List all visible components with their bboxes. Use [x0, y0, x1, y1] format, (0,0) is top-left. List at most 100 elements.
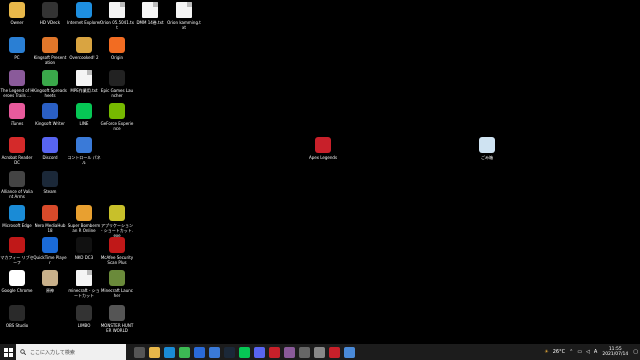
desktop-icon[interactable]: The Legend of Heroes Trails ...	[0, 70, 34, 98]
game-taskbar-icon[interactable]	[284, 346, 295, 358]
geforce-icon	[109, 103, 125, 119]
date: 2021/07/14	[602, 352, 629, 357]
app-taskbar-icon[interactable]	[269, 346, 280, 358]
desktop-icon[interactable]: GeForce Experience	[100, 103, 134, 131]
monster-hunter-icon	[109, 305, 125, 321]
desktop-icon[interactable]: QuickTime Player	[33, 237, 67, 265]
desktop-icon-label: NKO DC3	[74, 255, 94, 260]
desktop-icon[interactable]: Internet Explorer	[67, 2, 101, 25]
desktop-icon[interactable]: Overcooked! 2	[67, 37, 101, 60]
start-button[interactable]	[0, 344, 16, 360]
desktop-icon[interactable]: Google Chrome	[0, 270, 34, 293]
desktop-icon[interactable]: マカフィー リブセーフ	[0, 237, 34, 265]
desktop: Owner HD VDeck Internet Explorer Orion 05.5…	[0, 0, 640, 344]
desktop-icon[interactable]: Kingsoft Writer	[33, 103, 67, 126]
app-shortcut-icon	[109, 205, 125, 221]
line-taskbar-icon[interactable]	[239, 346, 250, 358]
desktop-icon-label: Kingsoft Spreadsheets	[33, 88, 67, 98]
desktop-icon[interactable]: HD VDeck	[33, 2, 67, 25]
desktop-icon[interactable]: OBS Studio	[0, 305, 34, 328]
desktop-icon[interactable]: Orion 05.5041.txt	[100, 2, 134, 30]
store-icon[interactable]	[209, 346, 220, 358]
desktop-icon[interactable]: Microsoft Edge	[0, 205, 34, 228]
gear-taskbar-icon[interactable]	[314, 346, 325, 358]
desktop-icon[interactable]: Owner	[0, 2, 34, 25]
desktop-icon-label: PC	[14, 55, 20, 60]
desktop-icon[interactable]: Acrobat Reader DC	[0, 137, 34, 165]
obs-taskbar-icon[interactable]	[299, 346, 310, 358]
kingsoft-spreadsheets-icon	[42, 70, 58, 86]
desktop-icon[interactable]: McAfee Security Scan Plus	[100, 237, 134, 265]
desktop-icon[interactable]: DMM 14巻.txt	[133, 2, 167, 25]
mail-icon[interactable]	[194, 346, 205, 358]
epic-games-icon	[109, 70, 125, 86]
desktop-icon-label: Kingsoft Writer	[35, 121, 65, 126]
itunes-icon	[9, 103, 25, 119]
desktop-icon-label: Overcooked! 2	[69, 55, 99, 60]
desktop-icon[interactable]: MONSTER HUNTER WORLD	[100, 305, 134, 333]
desktop-icon-label: HD VDeck	[39, 20, 61, 25]
volume-icon[interactable]: ◁	[586, 349, 590, 355]
desktop-icon[interactable]: minecraft - ショートカット	[67, 270, 101, 298]
desktop-icon[interactable]: Discord	[33, 137, 67, 160]
desktop-icon-label: iTunes	[10, 121, 24, 126]
desktop-icon-label: アプリケーション - ショートカット.exe	[101, 223, 133, 238]
desktop-icon[interactable]: Origin	[100, 37, 134, 60]
desktop-icon-label: Internet Explorer	[67, 20, 101, 25]
desktop-icon[interactable]: Kingsoft Spreadsheets	[33, 70, 67, 98]
weather-icon[interactable]: ☀	[544, 349, 548, 355]
desktop-icon-label: コントロール パネル	[67, 155, 101, 165]
discord-taskbar-icon[interactable]	[254, 346, 265, 358]
desktop-icon[interactable]: Nero MediaHub 18	[33, 205, 67, 233]
text-file-icon	[76, 270, 92, 286]
kingsoft-presentation-icon	[42, 37, 58, 53]
desktop-icon-label: Orion kamming.txt	[167, 20, 201, 30]
desktop-icon[interactable]: Apex Legends	[306, 137, 340, 160]
edge-taskbar-icon[interactable]	[164, 346, 175, 358]
temperature[interactable]: 26°C	[553, 349, 565, 355]
task-view-icon[interactable]	[134, 346, 145, 358]
desktop-icon[interactable]: 原神	[33, 270, 67, 293]
bomberman-icon	[76, 205, 92, 221]
desktop-icon[interactable]: NKO DC3	[67, 237, 101, 260]
desktop-icon-label: Epic Games Launcher	[100, 88, 134, 98]
desktop-icon-label: Origin	[110, 55, 124, 60]
apex-taskbar-icon[interactable]	[329, 346, 340, 358]
desktop-icon-label: MONSTER HUNTER WORLD	[100, 323, 134, 333]
desktop-icon[interactable]: コントロール パネル	[67, 137, 101, 165]
text-file-icon	[109, 2, 125, 18]
clock[interactable]: 11:55 2021/07/14	[602, 347, 628, 357]
desktop-icon[interactable]: Alliance of Valiant Arms	[0, 171, 34, 199]
notification-icon[interactable]: ▢	[633, 349, 638, 355]
desktop-icon[interactable]: LINE	[67, 103, 101, 126]
steam-taskbar-icon[interactable]	[224, 346, 235, 358]
chrome-taskbar-icon[interactable]	[179, 346, 190, 358]
desktop-icon[interactable]: Epic Games Launcher	[100, 70, 134, 98]
pinned-apps	[132, 346, 357, 358]
desktop-icon-label: OBS Studio	[5, 323, 29, 328]
text-file-icon	[142, 2, 158, 18]
taskbar: ここに入力して検索 ☀ 26°C ⌃ ▭ ◁ A 11:55 2021/07/1…	[0, 344, 640, 360]
desktop-icon[interactable]: Orion kamming.txt	[167, 2, 201, 30]
desktop-icon[interactable]: LIMBO	[67, 305, 101, 328]
desktop-icon-label: ごみ箱	[481, 155, 493, 160]
desktop-icon[interactable]: Kingsoft Presentation	[33, 37, 67, 65]
search-box[interactable]: ここに入力して検索	[16, 344, 126, 360]
network-icon[interactable]: ▭	[577, 349, 582, 355]
desktop-icon[interactable]: Steam	[33, 171, 67, 194]
discord-icon	[42, 137, 58, 153]
desktop-icon-label: The Legend of Heroes Trails ...	[0, 88, 34, 98]
desktop-icon[interactable]: PC	[0, 37, 34, 60]
chevron-up-icon[interactable]: ⌃	[569, 349, 573, 355]
desktop-icon[interactable]: MPE作業用.txt	[67, 70, 101, 93]
desktop-icon-label: Nero MediaHub 18	[34, 223, 66, 233]
chrome-icon	[9, 270, 25, 286]
ime-indicator[interactable]: A	[594, 349, 597, 355]
desktop-icon[interactable]: iTunes	[0, 103, 34, 126]
desktop-icon[interactable]: ごみ箱	[470, 137, 504, 160]
desktop-icon[interactable]: Super Bomberman R Online	[67, 205, 101, 233]
photos-taskbar-icon[interactable]	[344, 346, 355, 358]
desktop-icon[interactable]: Minecraft Launcher	[100, 270, 134, 298]
desktop-icon[interactable]: アプリケーション - ショートカット.exe	[100, 205, 134, 238]
file-explorer-icon[interactable]	[149, 346, 160, 358]
